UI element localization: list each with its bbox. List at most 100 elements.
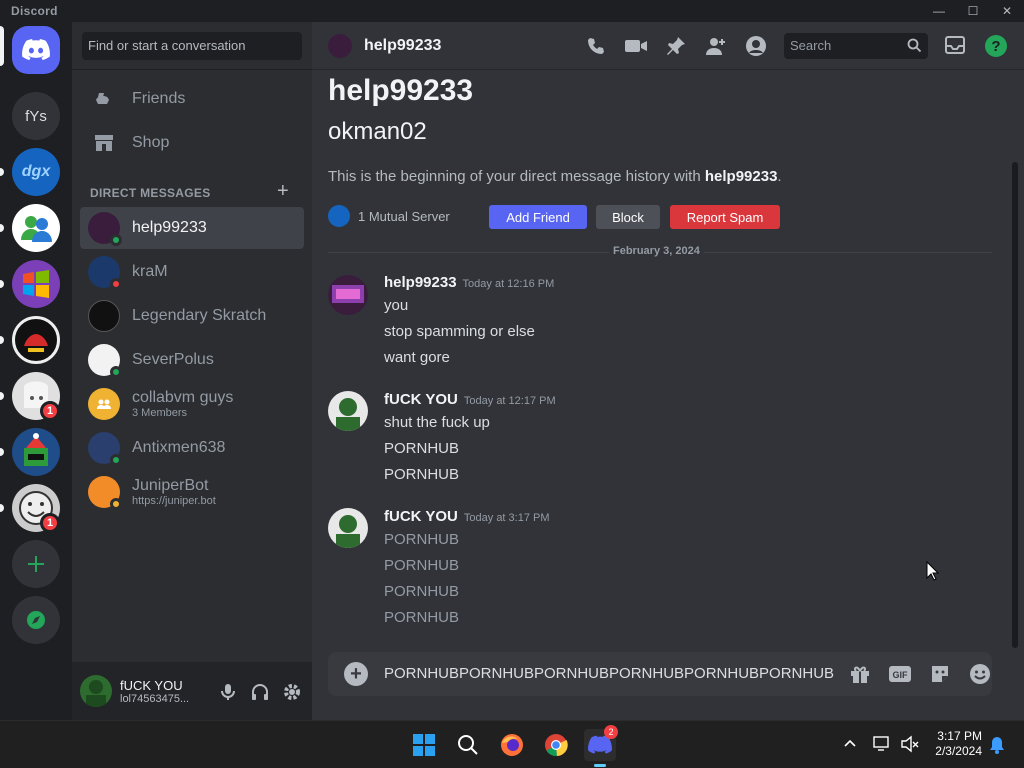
message-author-name[interactable]: fUCK YOU [384, 508, 458, 525]
gif-icon[interactable]: GIF [888, 662, 912, 686]
message-text: you [384, 297, 409, 314]
settings-gear-icon[interactable] [282, 682, 302, 707]
unread-indicator [0, 392, 4, 400]
message-author[interactable]: help99233 Today at 12:16 PM [384, 274, 554, 291]
discover-button[interactable] [12, 596, 60, 644]
gift-icon[interactable] [848, 662, 872, 686]
current-user-tag: lol74563475... [120, 692, 190, 705]
avatar [88, 344, 122, 378]
dm-custom-status: https://juniper.bot [132, 494, 216, 507]
message-text: stop spamming or else [384, 323, 535, 340]
message-author[interactable]: fUCK YOU Today at 3:17 PM [384, 508, 550, 525]
avatar [88, 432, 122, 466]
message-avatar[interactable] [328, 391, 368, 431]
network-icon[interactable] [872, 735, 892, 758]
friends-nav-item[interactable]: Friends [80, 78, 304, 120]
message-author-name[interactable]: help99233 [384, 274, 457, 291]
inbox-icon[interactable] [944, 34, 966, 61]
intro-display-name: help99233 [328, 74, 474, 107]
dm-name: collabvm guys [132, 388, 234, 406]
close-button[interactable]: ✕ [990, 0, 1024, 22]
create-dm-button[interactable]: + [277, 180, 289, 203]
chat-area: help99233 Search ? help99233 okman02 Thi… [312, 22, 1024, 720]
server-windows[interactable] [12, 260, 60, 308]
unread-indicator [0, 280, 4, 288]
dm-item-help99233[interactable]: help99233 [80, 207, 304, 249]
server-santa[interactable] [12, 428, 60, 476]
search-icon [907, 38, 922, 56]
dm-item-antixmen638[interactable]: Antixmen638 [80, 427, 304, 469]
red-mask-icon [24, 334, 48, 352]
headphones-icon[interactable] [250, 682, 270, 707]
dm-name: Legendary Skratch [132, 307, 267, 324]
dm-item-kram[interactable]: kraM [80, 251, 304, 293]
home-indicator [0, 26, 4, 66]
message-avatar[interactable] [328, 508, 368, 548]
avatar [88, 212, 122, 246]
find-conversation-input[interactable]: Find or start a conversation [82, 32, 302, 60]
message-composer[interactable]: + PORNHUBPORNHUBPORNHUBPORNHUBPORNHUBPOR… [328, 652, 992, 696]
start-icon[interactable] [408, 729, 440, 761]
dm-item-collabvm-guys[interactable]: collabvm guys 3 Members [80, 383, 304, 425]
chrome-icon[interactable] [540, 729, 572, 761]
santa-monster-icon [24, 433, 48, 466]
notification-bell-icon[interactable] [988, 735, 1006, 760]
header-search-input[interactable]: Search [784, 33, 928, 59]
intro-description: This is the beginning of your direct mes… [328, 168, 782, 185]
search-icon[interactable] [452, 729, 484, 761]
server-messenger[interactable] [12, 204, 60, 252]
plus-icon [28, 556, 44, 572]
dm-item-legendary-skratch[interactable]: Legendary Skratch [80, 295, 304, 337]
avatar [88, 300, 120, 332]
volume-muted-icon[interactable] [900, 735, 920, 758]
home-button[interactable] [12, 26, 60, 74]
unread-indicator [0, 336, 4, 344]
upload-plus-icon[interactable]: + [344, 662, 368, 686]
message-avatar[interactable] [328, 275, 368, 315]
help-icon[interactable]: ? [984, 34, 1008, 63]
shop-nav-item[interactable]: Shop [80, 122, 304, 164]
mutual-servers-link[interactable]: 1 Mutual Server [328, 205, 450, 227]
svg-text:GIF: GIF [893, 670, 909, 680]
message-text: want gore [384, 349, 450, 366]
taskbar-clock[interactable]: 3:17 PM 2/3/2024 [926, 729, 982, 759]
server-mask[interactable] [12, 316, 60, 364]
user-profile-icon[interactable] [744, 34, 768, 58]
firefox-icon[interactable] [496, 729, 528, 761]
chat-scrollbar[interactable] [1012, 162, 1018, 648]
intro-text-prefix: This is the beginning of your direct mes… [328, 168, 705, 185]
avatar [88, 256, 122, 290]
message-author[interactable]: fUCK YOU Today at 12:17 PM [384, 391, 556, 408]
server-dgx-label: dgx [21, 163, 51, 180]
avatar[interactable] [80, 675, 112, 707]
minimize-button[interactable]: — [922, 0, 956, 22]
message-input[interactable]: PORNHUBPORNHUBPORNHUBPORNHUBPORNHUBPORNH… [384, 665, 834, 682]
maximize-button[interactable]: ☐ [956, 0, 990, 22]
dm-item-juniperbot[interactable]: JuniperBot https://juniper.bot [80, 471, 304, 513]
server-fys[interactable]: fYs [12, 92, 60, 140]
add-friends-to-dm-icon[interactable] [704, 34, 728, 58]
friends-icon [92, 87, 116, 111]
block-button[interactable]: Block [596, 205, 660, 229]
microphone-icon[interactable] [218, 682, 238, 707]
discord-logo-icon [22, 39, 50, 61]
server-dgx[interactable]: dgx [12, 148, 60, 196]
windows-taskbar: 2 3:17 PM 2/3/2024 [0, 720, 1024, 768]
add-server-button[interactable] [12, 540, 60, 588]
report-spam-button[interactable]: Report Spam [670, 205, 780, 229]
message-text: PORNHUB [384, 440, 460, 457]
add-friend-button[interactable]: Add Friend [489, 205, 587, 229]
message-text-pending: PORNHUB [384, 557, 460, 574]
status-online-icon [110, 454, 122, 466]
video-call-icon[interactable] [624, 34, 648, 58]
status-idle-icon [110, 498, 122, 510]
intro-text-suffix: . [777, 168, 782, 185]
voice-call-icon[interactable] [584, 34, 608, 58]
show-hidden-icons-icon[interactable] [842, 735, 858, 756]
pinned-messages-icon[interactable] [664, 34, 688, 58]
sticker-icon[interactable] [928, 662, 952, 686]
message-author-name[interactable]: fUCK YOU [384, 391, 458, 408]
dm-item-severpolus[interactable]: SeverPolus [80, 339, 304, 381]
discord-icon[interactable]: 2 [584, 725, 618, 767]
emoji-icon[interactable] [968, 662, 992, 686]
